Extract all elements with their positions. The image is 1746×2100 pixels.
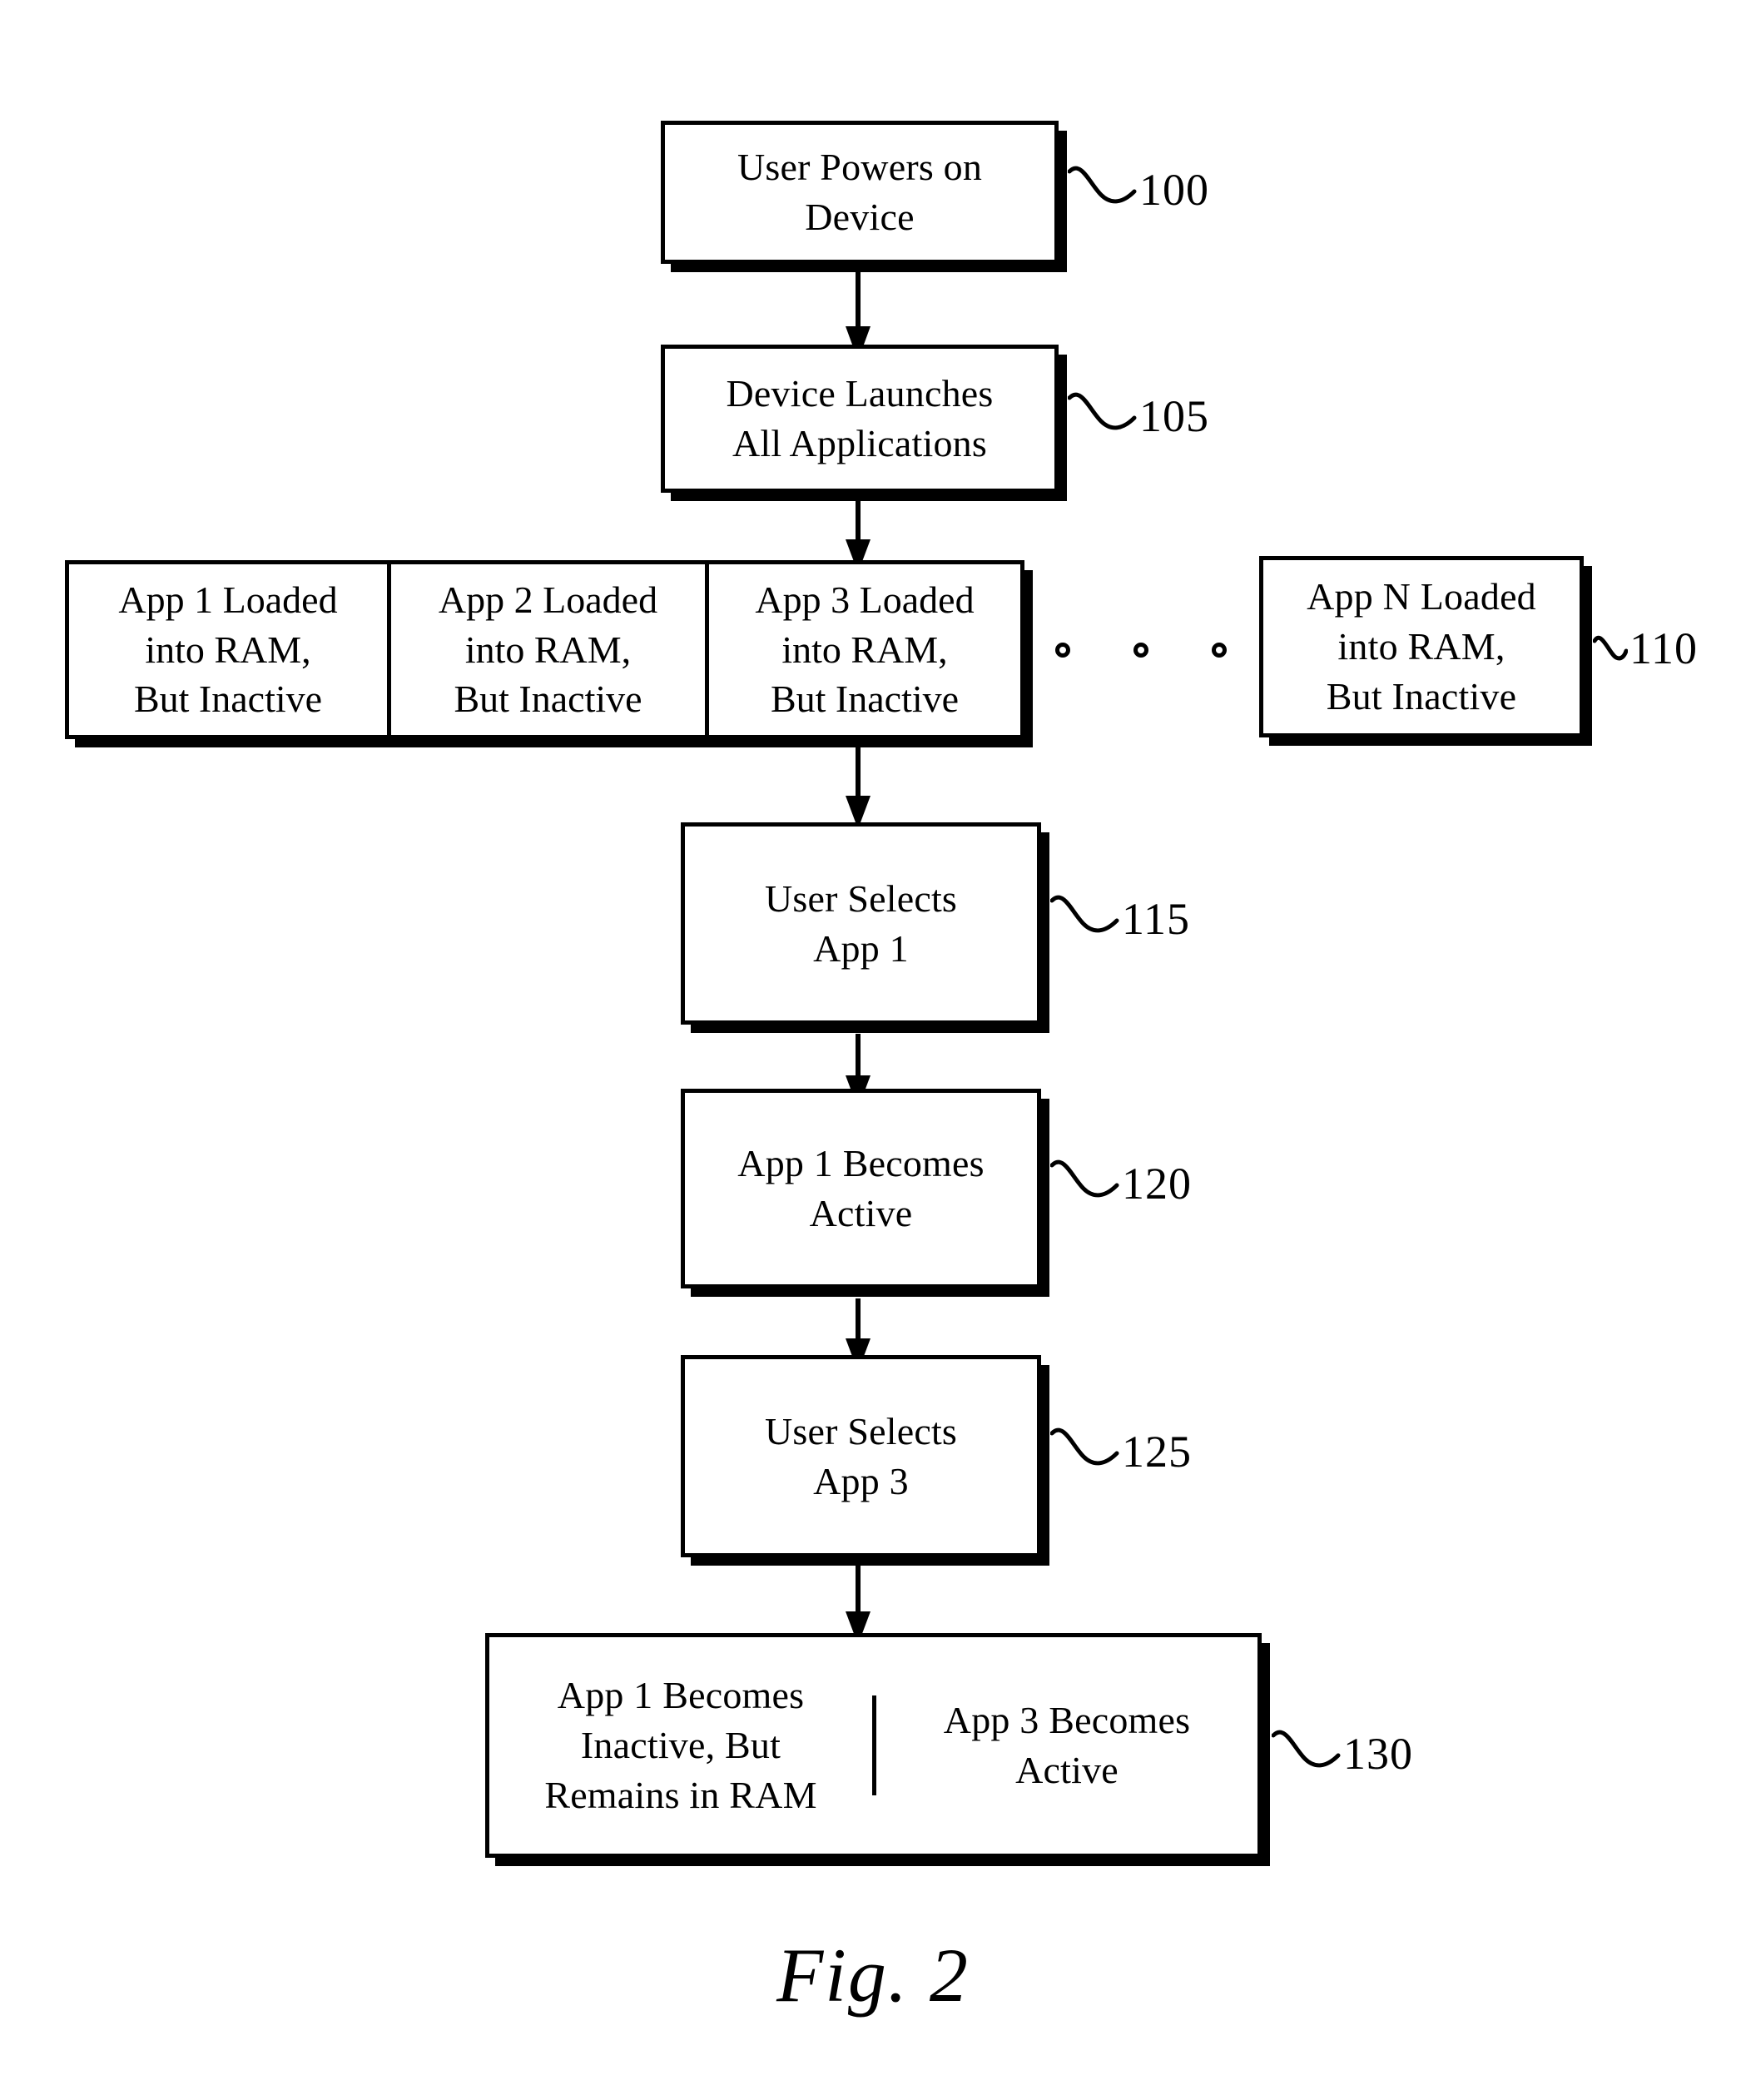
- reference-numeral-115: 115: [1050, 892, 1190, 946]
- app-loaded-row: App 1 Loaded into RAM, But Inactive App …: [65, 560, 1024, 739]
- flow-node-115-label: User Selects App 1: [764, 876, 958, 970]
- reference-numeral-100-text: 100: [1139, 165, 1209, 215]
- reference-numeral-105-text: 105: [1139, 391, 1209, 441]
- app-cell-2-label: App 2 Loaded into RAM, But Inactive: [438, 578, 658, 721]
- app-cell-3-label: App 3 Loaded into RAM, But Inactive: [755, 578, 975, 721]
- flow-node-120-label: App 1 Becomes Active: [737, 1142, 985, 1234]
- reference-numeral-125: 125: [1050, 1425, 1192, 1478]
- patent-figure-page: User Powers on Device 100 Device Launche…: [0, 0, 1746, 2100]
- reference-numeral-115-text: 115: [1122, 894, 1190, 944]
- arrow-110-to-115: [837, 743, 879, 831]
- flow-node-130-right[interactable]: App 3 Becomes Active: [872, 1695, 1257, 1795]
- flow-node-130-left[interactable]: App 1 Becomes Inactive, But Remains in R…: [489, 1671, 872, 1820]
- app-cell-3[interactable]: App 3 Loaded into RAM, But Inactive: [705, 564, 1020, 735]
- reference-numeral-120: 120: [1050, 1157, 1192, 1210]
- flow-node-125-label: User Selects App 3: [764, 1409, 958, 1502]
- flow-node-100-label: User Powers on Device: [737, 146, 983, 238]
- reference-numeral-110-text: 110: [1629, 623, 1698, 673]
- flow-node-120[interactable]: App 1 Becomes Active: [681, 1089, 1041, 1288]
- flow-node-115[interactable]: User Selects App 1: [681, 822, 1041, 1025]
- reference-numeral-130: 130: [1272, 1727, 1413, 1780]
- reference-numeral-100: 100: [1068, 163, 1209, 216]
- flow-node-100[interactable]: User Powers on Device: [661, 121, 1059, 264]
- app-cell-n[interactable]: App N Loaded into RAM, But Inactive: [1259, 556, 1584, 737]
- ellipsis-dot-2: [1133, 643, 1148, 658]
- reference-numeral-130-text: 130: [1343, 1729, 1413, 1779]
- reference-numeral-120-text: 120: [1122, 1159, 1192, 1209]
- flow-node-125[interactable]: User Selects App 3: [681, 1355, 1041, 1557]
- flow-node-130: App 1 Becomes Inactive, But Remains in R…: [485, 1633, 1262, 1858]
- ellipsis-dots: [1055, 643, 1227, 658]
- flow-node-105[interactable]: Device Launches All Applications: [661, 345, 1059, 493]
- ellipsis-dot-1: [1055, 643, 1070, 658]
- app-cell-n-label: App N Loaded into RAM, But Inactive: [1307, 575, 1536, 717]
- ellipsis-dot-3: [1212, 643, 1227, 658]
- flow-node-130-right-label: App 3 Becomes Active: [943, 1699, 1191, 1791]
- figure-caption: Fig. 2: [776, 1933, 970, 2018]
- flow-node-130-left-label: App 1 Becomes Inactive, But Remains in R…: [544, 1674, 817, 1816]
- app-cell-2[interactable]: App 2 Loaded into RAM, But Inactive: [387, 564, 705, 735]
- app-cell-1-label: App 1 Loaded into RAM, But Inactive: [118, 578, 338, 721]
- reference-numeral-110: 110: [1593, 626, 1698, 671]
- app-cell-1[interactable]: App 1 Loaded into RAM, But Inactive: [69, 564, 387, 735]
- reference-numeral-105: 105: [1068, 390, 1209, 443]
- reference-numeral-125-text: 125: [1122, 1427, 1192, 1477]
- flow-node-105-label: Device Launches All Applications: [726, 372, 994, 464]
